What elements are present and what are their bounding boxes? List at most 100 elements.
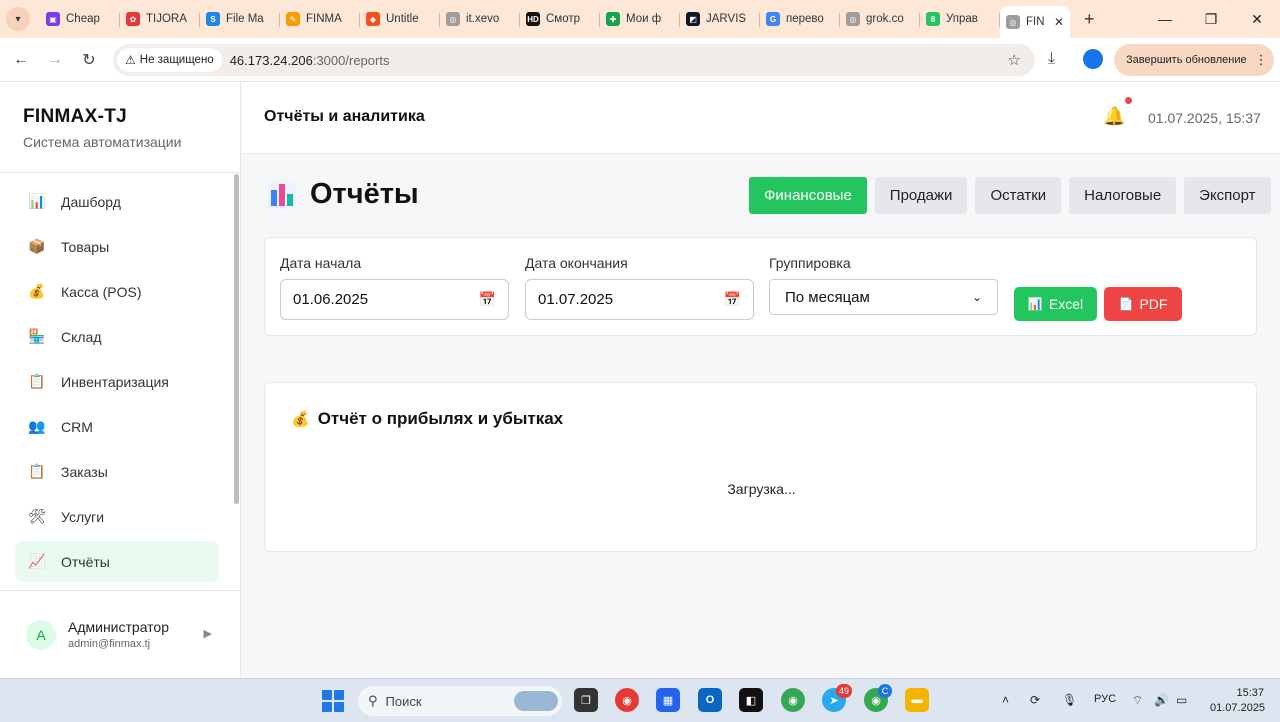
start-date-value: 01.06.2025 — [293, 291, 369, 308]
page-header-title: Отчёты и аналитика — [264, 108, 425, 125]
outlook-icon[interactable]: O — [698, 688, 722, 712]
end-date-value: 01.07.2025 — [538, 291, 614, 308]
browser-tab[interactable]: ✚ Мои ф — [600, 5, 680, 33]
report-tabs: Финансовые Продажи Остатки Налоговые Экспорт — [741, 177, 1271, 214]
wifi-icon[interactable]: ⌔ — [1132, 693, 1143, 708]
report-tab[interactable]: Остатки — [975, 177, 1062, 214]
taskbar-clock[interactable]: 15:37 01.07.2025 — [1210, 686, 1265, 716]
more-icon: ⋮ — [1254, 52, 1268, 67]
search-highlight-image — [514, 691, 558, 711]
bell-icon[interactable]: 🔔 — [1103, 106, 1125, 127]
tray-chevron-icon[interactable]: ˄ — [1002, 693, 1009, 707]
browser-tab[interactable]: ✿ TIJORA — [120, 5, 200, 33]
taskbar-search[interactable]: ⚲ Поиск — [358, 686, 562, 716]
restore-icon[interactable]: ❐ — [1188, 0, 1234, 38]
brand: FINMAX-TJ Система автоматизации — [0, 82, 240, 173]
tab-label: перево — [786, 13, 824, 25]
sidebar-item-label: CRM — [61, 418, 93, 435]
sidebar-scrollbar[interactable] — [234, 174, 239, 504]
browser-tab[interactable]: ✎ FINMA — [280, 5, 360, 33]
sync-icon[interactable]: ⟳ — [1030, 693, 1040, 707]
page-heading: Отчёты — [268, 178, 419, 211]
sidebar-item-label: Услуги — [61, 508, 105, 525]
grouping-select[interactable]: По месяцам ⌄ — [769, 279, 998, 315]
sidebar-item[interactable]: 📋 Инвентаризация — [15, 361, 219, 402]
language-indicator[interactable]: РУС — [1094, 693, 1116, 705]
chrome-profile-icon[interactable]: ◉ — [781, 688, 805, 712]
browser-tab-active[interactable]: ◎ FIN ✕ — [1000, 6, 1070, 38]
sidebar-item[interactable]: 📦 Товары — [15, 226, 219, 267]
close-tab-icon[interactable]: ✕ — [1054, 15, 1064, 29]
update-button[interactable]: Завершить обновление ⋮ — [1114, 44, 1274, 76]
favicon-icon: G — [766, 12, 780, 26]
browser-tab[interactable]: ▣ Cheap — [40, 5, 120, 33]
money-bag-icon: 💰 — [291, 411, 310, 428]
report-tab[interactable]: Финансовые — [749, 177, 867, 214]
battery-icon[interactable]: ▭ — [1176, 693, 1187, 707]
datetime: 01.07.2025, 15:37 — [1148, 110, 1261, 126]
start-date-input[interactable]: 01.06.2025 📅 — [280, 279, 509, 320]
sidebar-item[interactable]: 📋 Заказы — [15, 451, 219, 492]
main-content: Отчёты и аналитика 🔔 01.07.2025, 15:37 О… — [241, 82, 1280, 678]
sidebar-item[interactable]: 🏪 Склад — [15, 316, 219, 357]
file-explorer-icon[interactable]: ▬ — [905, 688, 929, 712]
browser-tab[interactable]: Gперево — [760, 5, 840, 33]
page-title: Отчёты — [310, 178, 419, 210]
sidebar-item[interactable]: 📈 Отчёты — [15, 541, 219, 582]
browser-tab[interactable]: ◆ Untitle — [360, 5, 440, 33]
forward-icon[interactable]: → — [38, 51, 72, 69]
tab-search-button[interactable]: ▾ — [6, 7, 30, 31]
report-tab[interactable]: Продажи — [874, 177, 968, 214]
volume-icon[interactable]: 🔊 — [1154, 693, 1169, 707]
chrome-icon[interactable]: ◉ — [615, 688, 639, 712]
export-excel-button[interactable]: 📊 Excel — [1014, 287, 1097, 321]
favicon-icon: ▣ — [46, 12, 60, 26]
new-tab-icon[interactable]: + — [1084, 9, 1095, 30]
browser-tab[interactable]: S File Ma — [200, 5, 280, 33]
sidebar-item[interactable]: 💰 Касса (POS) — [15, 271, 219, 312]
download-icon[interactable]: ⤓ — [1048, 50, 1055, 68]
back-icon[interactable]: ← — [4, 51, 38, 69]
favicon-icon: ◎ — [1006, 15, 1020, 29]
minimize-icon[interactable]: — — [1142, 0, 1188, 38]
reload-icon[interactable]: ↻ — [72, 50, 106, 70]
microphone-icon[interactable]: 🎙 — [1062, 693, 1077, 707]
users-icon: 👥 — [28, 418, 46, 434]
export-pdf-button[interactable]: 📄 PDF — [1104, 287, 1182, 321]
bookmark-star-icon[interactable]: ☆ — [1008, 51, 1021, 69]
capcut-icon[interactable]: ◧ — [739, 688, 763, 712]
calendar-icon[interactable]: 📅 — [479, 291, 496, 308]
browser-tab[interactable]: ◎ grok.co — [840, 5, 920, 33]
profile-avatar[interactable] — [1083, 49, 1103, 69]
store-icon[interactable]: ▦ — [656, 688, 680, 712]
report-tab[interactable]: Экспорт — [1184, 177, 1271, 214]
omnibox[interactable]: ⚠ Не защищено 46.173.24.206:3000/reports… — [113, 44, 1035, 76]
browser-tab[interactable]: 8 Управ — [920, 5, 1000, 33]
url-text: 46.173.24.206:3000/reports — [230, 53, 390, 68]
browser-tab[interactable]: ◎ it.xevo — [440, 5, 520, 33]
report-title-text: Отчёт о прибылях и убытках — [317, 409, 564, 428]
sidebar-item[interactable]: 📊 Дашборд — [15, 181, 219, 222]
insecure-chip[interactable]: ⚠ Не защищено — [117, 48, 222, 72]
end-date-input[interactable]: 01.07.2025 📅 — [525, 279, 754, 320]
windows-start-icon[interactable] — [322, 690, 344, 712]
start-date-group: Дата начала 01.06.2025 📅 — [280, 255, 509, 320]
box-icon: 📦 — [28, 238, 46, 254]
clipboard-icon: 📋 — [28, 373, 46, 389]
calendar-icon[interactable]: 📅 — [724, 291, 741, 308]
task-view-icon[interactable]: ❐ — [574, 688, 598, 712]
browser-tab[interactable]: HD Смотр — [520, 5, 600, 33]
favicon-icon: ◎ — [846, 12, 860, 26]
user-panel[interactable]: A Администратор admin@finmax.tj ▶ — [0, 590, 240, 678]
brand-title: FINMAX-TJ — [23, 106, 128, 127]
report-tab[interactable]: Налоговые — [1069, 177, 1177, 214]
user-email: admin@finmax.tj — [68, 638, 151, 650]
browser-tab[interactable]: ◩ JARVIS — [680, 5, 760, 33]
pdf-label: PDF — [1139, 296, 1168, 312]
sidebar-item[interactable]: 👥 CRM — [15, 406, 219, 447]
address-bar: ← → ↻ ⚠ Не защищено 46.173.24.206:3000/r… — [0, 38, 1280, 82]
close-window-icon[interactable]: ✕ — [1234, 0, 1280, 38]
sidebar-item[interactable]: 🛠 Услуги — [15, 496, 219, 537]
expand-arrow-icon[interactable]: ▶ — [204, 627, 212, 640]
excel-label: Excel — [1048, 296, 1084, 312]
